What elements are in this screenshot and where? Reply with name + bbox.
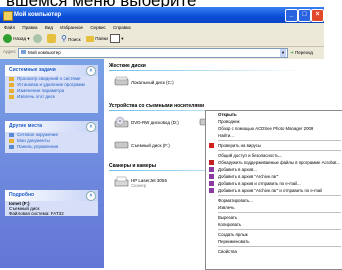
ctx-open[interactable]: Открыть xyxy=(206,111,342,118)
menu-separator xyxy=(218,246,341,247)
menu-edit[interactable]: Правка xyxy=(22,25,37,30)
winrar-icon xyxy=(209,167,214,172)
acrobat-icon xyxy=(209,160,214,165)
task-pane: Системные задачи ˄ Просмотр сведений о си… xyxy=(0,59,104,268)
ctx-acdsee[interactable]: Обзор с помощью ACDSee Photo Manager 200… xyxy=(206,125,342,132)
maximize-button[interactable]: □ xyxy=(298,9,311,22)
ctx-format[interactable]: Форматировать... xyxy=(206,197,342,204)
hard-drive-icon xyxy=(114,76,129,86)
ctx-archive-rar-email[interactable]: Добавить в архив "Archive.rar" и отправи… xyxy=(206,187,342,194)
drive-dvd-d[interactable]: DVD-RW дисковод (D:) xyxy=(114,116,204,130)
menu-separator xyxy=(218,150,341,151)
views-button[interactable]: ▾ xyxy=(110,34,124,44)
ctx-eject[interactable]: Извлечь xyxy=(206,204,342,211)
search-button[interactable]: ⚲ Поиск xyxy=(61,34,81,44)
task-eject-disk[interactable]: Извлечь этот диск xyxy=(5,94,98,100)
ctx-properties[interactable]: Свойства xyxy=(206,248,342,255)
minimize-button[interactable]: _ xyxy=(285,9,298,22)
other-places-panel: Другие места ˄ Сетевое окружение Мои доку… xyxy=(5,121,98,153)
window-title: Мой компьютер xyxy=(14,12,62,18)
details-filesystem: Файловая система: FAT32 xyxy=(9,211,64,216)
ctx-create-shortcut[interactable]: Создать ярлык xyxy=(206,231,342,238)
details-panel: Подробно ˄ Iomet (F:) Съемный диск Файлов… xyxy=(5,190,98,216)
go-button[interactable]: ➔ Переход xyxy=(290,48,313,57)
removable-disk-icon xyxy=(114,141,129,149)
menu-view[interactable]: Вид xyxy=(45,25,53,30)
views-icon xyxy=(110,34,120,44)
other-places-header[interactable]: Другие места ˄ xyxy=(5,121,98,132)
context-menu: Открыть Проводник Обзор с помощью ACDSee… xyxy=(205,110,342,270)
address-field[interactable]: Мой компьютер ▾ xyxy=(18,48,288,58)
menu-separator xyxy=(218,195,341,196)
system-tasks-header[interactable]: Системные задачи ˄ xyxy=(5,65,98,76)
menu-separator xyxy=(218,212,341,213)
menu-help[interactable]: Справка xyxy=(113,25,131,30)
address-dropdown-icon[interactable]: ▾ xyxy=(280,49,286,57)
folders-button[interactable]: Папки xyxy=(86,34,108,44)
folders-icon xyxy=(86,35,94,42)
menu-file[interactable]: Файл xyxy=(4,25,15,30)
menu-bar: Файл Правка Вид Избранное Сервис Справка xyxy=(0,23,324,32)
programs-icon xyxy=(9,83,14,87)
up-folder-button[interactable] xyxy=(47,34,56,44)
antivirus-icon xyxy=(209,143,214,148)
title-bar[interactable]: Мой компьютер _ □ × xyxy=(0,7,324,23)
collapse-chevron-icon[interactable]: ˄ xyxy=(86,122,96,132)
forward-arrow-icon xyxy=(33,34,42,44)
scanner-hp-laserjet[interactable]: HP LaserJet 3055 Сканер xyxy=(114,176,204,192)
menu-separator xyxy=(218,140,341,141)
drive-local-c[interactable]: Локальный диск (C:) xyxy=(114,76,204,90)
ctx-cut[interactable]: Вырезать xyxy=(206,214,342,221)
ctx-copy[interactable]: Копировать xyxy=(206,221,342,228)
ctx-add-archive[interactable]: Добавить в архив... xyxy=(206,166,342,173)
back-button[interactable]: Назад ▾ xyxy=(3,34,30,44)
eject-icon xyxy=(9,95,14,99)
control-panel-icon xyxy=(9,89,14,93)
ctx-scan-viruses[interactable]: Проверить на вирусы xyxy=(206,142,342,149)
winrar-icon xyxy=(209,181,214,186)
menu-separator xyxy=(218,229,341,230)
place-control-panel[interactable]: Панель управления xyxy=(5,144,98,150)
control-panel-icon xyxy=(9,145,14,149)
winrar-icon xyxy=(209,188,214,193)
ctx-sharing[interactable]: Общий доступ и безопасность... xyxy=(206,152,342,159)
section-divider xyxy=(109,70,304,71)
network-icon xyxy=(9,133,14,137)
details-header[interactable]: Подробно ˄ xyxy=(5,190,98,201)
ctx-archive-email[interactable]: Добавить в архив и отправить по e-mail..… xyxy=(206,180,342,187)
menu-tools[interactable]: Сервис xyxy=(90,25,105,30)
system-tasks-panel: Системные задачи ˄ Просмотр сведений о си… xyxy=(5,65,98,113)
collapse-chevron-icon[interactable]: ˄ xyxy=(86,66,96,76)
ctx-add-archive-rar[interactable]: Добавить в архив "Archive.rar" xyxy=(206,173,342,180)
address-label: Адрес xyxy=(3,49,16,54)
collapse-chevron-icon[interactable]: ˄ xyxy=(86,191,96,201)
close-button[interactable]: × xyxy=(311,9,324,22)
toolbar: Назад ▾ ⚲ Поиск Папки ▾ xyxy=(0,32,324,47)
section-removable: Устройства со съемными носителями xyxy=(109,103,205,109)
section-scanners: Сканеры и камеры xyxy=(109,163,156,169)
forward-button[interactable] xyxy=(33,34,42,44)
ctx-rename[interactable]: Переименовать xyxy=(206,238,342,245)
ctx-acrobat[interactable]: Обнаружить поддерживаемые файлы в програ… xyxy=(206,159,342,166)
my-computer-icon xyxy=(3,11,13,21)
ctx-search[interactable]: Найти... xyxy=(206,132,342,139)
scanner-icon xyxy=(114,176,129,187)
folder-icon xyxy=(9,139,14,143)
winrar-icon xyxy=(209,174,214,179)
dvd-drive-icon xyxy=(114,116,129,128)
ctx-explore[interactable]: Проводник xyxy=(206,118,342,125)
drive-removable-f[interactable]: Съемный диск (F:) xyxy=(114,139,204,153)
address-bar: Адрес Мой компьютер ▾ ➔ Переход xyxy=(0,47,324,58)
system-info-icon xyxy=(9,77,14,81)
menu-favorites[interactable]: Избранное xyxy=(60,25,83,30)
computer-icon xyxy=(21,50,26,54)
search-icon: ⚲ xyxy=(61,34,67,43)
back-arrow-icon xyxy=(3,34,12,44)
up-folder-icon xyxy=(47,34,56,44)
go-arrow-icon: ➔ xyxy=(290,50,294,55)
section-hard-disks: Жесткие диски xyxy=(109,63,146,69)
